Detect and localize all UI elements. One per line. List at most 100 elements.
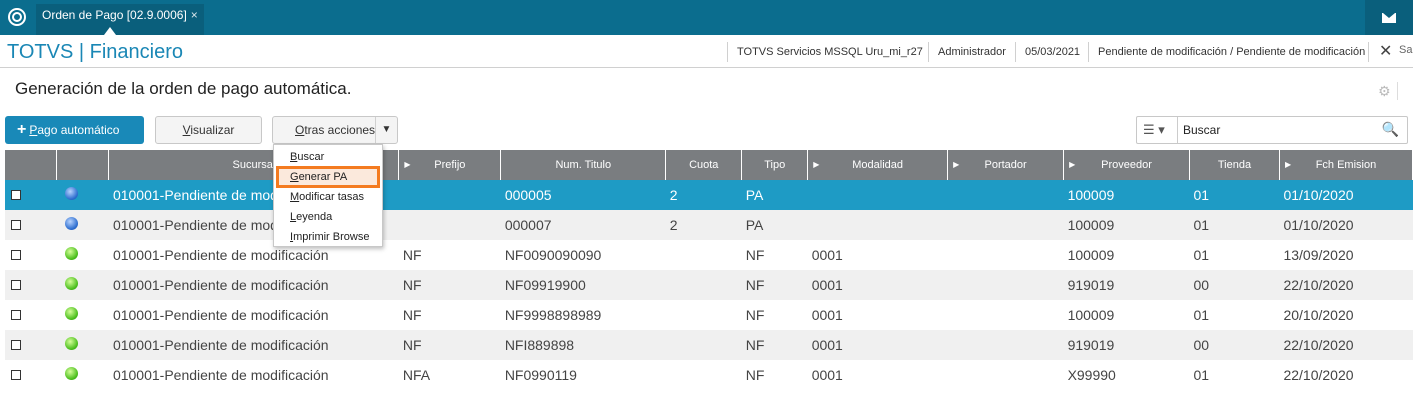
row-status-cell <box>56 180 109 210</box>
row-checkbox-cell <box>5 360 57 390</box>
cell-sucursal: 010001-Pendiente de modificación <box>112 367 329 383</box>
col-tienda[interactable]: Tienda <box>1189 150 1280 180</box>
search-icon[interactable]: 🔍 <box>1382 121 1399 138</box>
cell-cuota <box>666 240 742 270</box>
button-mnemonic: O <box>295 123 305 137</box>
search-box: ☰ ▾ Buscar 🔍 <box>1136 116 1408 144</box>
search-input[interactable]: Buscar <box>1183 123 1220 137</box>
expand-icon[interactable]: ▶ <box>953 160 959 169</box>
cell-portador <box>947 210 1064 240</box>
tab-orden-de-pago[interactable]: Orden de Pago [02.9.0006] × <box>36 4 204 35</box>
table-row[interactable]: 010001-Pendiente de modificación 000007 2 P… <box>5 210 1413 240</box>
checkbox[interactable] <box>11 340 21 350</box>
visualizar-button[interactable]: Visualizar <box>155 116 262 144</box>
cell-tipo: NF <box>745 247 765 263</box>
row-status-cell <box>57 360 109 390</box>
col-cuota[interactable]: Cuota <box>665 150 743 180</box>
cell-prefijo: NF <box>402 247 422 263</box>
cell-num-titulo: NF09919900 <box>500 270 666 300</box>
checkbox[interactable] <box>11 310 21 320</box>
status-blue-icon <box>64 187 78 200</box>
expand-icon[interactable]: ▶ <box>1069 160 1075 169</box>
col-portador[interactable]: ▶ Portador <box>947 150 1065 180</box>
table-row[interactable]: 010001-Pendiente de modificación 000005 2 P… <box>5 180 1413 210</box>
module-info: Pendiente de modificación / Pendiente de… <box>1098 46 1366 58</box>
cell-proveedor: X99990 <box>1067 367 1116 383</box>
mail-icon[interactable] <box>1365 0 1413 35</box>
tab-close-icon[interactable]: × <box>191 8 198 22</box>
chevron-down-icon[interactable]: ▼ <box>375 117 397 143</box>
app-title: TOTVS | Financiero <box>7 41 183 63</box>
menu-item-generar-pa[interactable]: Generar PA <box>290 171 347 183</box>
table-header: Sucursal ▶ Prefijo Num. Titulo Cuota Tipo… <box>5 150 1413 180</box>
row-status-cell <box>56 330 109 360</box>
col-proveedor[interactable]: ▶ Proveedor <box>1063 150 1190 180</box>
date-info: 05/03/2021 <box>1025 46 1081 58</box>
menu-mnemonic: G <box>290 171 299 183</box>
col-prefijo[interactable]: ▶ Prefijo <box>398 150 502 180</box>
divider <box>1088 42 1089 62</box>
checkbox[interactable] <box>11 250 21 260</box>
col-label: Fch Emision <box>1315 159 1377 171</box>
col-check[interactable] <box>5 150 58 180</box>
row-checkbox-cell <box>5 330 57 360</box>
table-row[interactable]: 010001-Pendiente de modificación NF NFI889… <box>5 330 1413 360</box>
expand-icon[interactable]: ▶ <box>1285 160 1291 169</box>
close-icon[interactable]: ✕ <box>1379 41 1392 61</box>
checkbox[interactable] <box>11 280 21 290</box>
col-label: Modalidad <box>852 159 904 171</box>
gear-icon[interactable]: ⚙ <box>1378 83 1391 100</box>
pago-automatico-button[interactable]: + Pago automático <box>5 116 144 144</box>
menu-item-leyenda[interactable]: Leyenda <box>290 211 332 223</box>
tab-active-caret <box>104 27 116 35</box>
row-checkbox-cell <box>5 300 57 330</box>
user-info: Administrador <box>938 46 1006 58</box>
cell-tipo: PA <box>741 180 808 210</box>
col-label: Portador <box>984 159 1027 171</box>
status-green-icon <box>64 277 78 290</box>
col-tipo[interactable]: Tipo <box>741 150 809 180</box>
close-label-truncated[interactable]: Sa <box>1399 44 1412 56</box>
menu-item-imprimir-browse[interactable]: Imprimir Browse <box>290 231 369 243</box>
cell-tienda: 01 <box>1193 307 1210 323</box>
cell-tipo: PA <box>741 210 808 240</box>
cell-prefijo <box>398 210 501 240</box>
cell-portador <box>948 360 1064 390</box>
cell-tienda: 01 <box>1189 180 1280 210</box>
column-filter-icon[interactable]: ☰ ▾ <box>1137 117 1178 143</box>
checkbox[interactable] <box>11 190 21 200</box>
menu-item-modificar-tasas[interactable]: Modificar tasas <box>290 191 364 203</box>
table-row[interactable]: 010001-Pendiente de modificación NF NF9998… <box>5 300 1413 330</box>
cell-fch-emision: 22/10/2020 <box>1283 367 1354 383</box>
cell-tienda: 01 <box>1189 210 1280 240</box>
totvs-logo-icon[interactable] <box>8 8 26 26</box>
checkbox[interactable] <box>11 220 21 230</box>
checkbox[interactable] <box>11 370 21 380</box>
cell-modalidad: 0001 <box>811 367 843 383</box>
top-bar: Orden de Pago [02.9.0006] × <box>0 0 1413 35</box>
cell-fch-emision: 20/10/2020 <box>1283 307 1354 323</box>
cell-num-titulo: NF9998898989 <box>504 307 602 323</box>
expand-icon[interactable]: ▶ <box>404 160 410 169</box>
col-status[interactable] <box>56 150 110 180</box>
cell-num-titulo: NFI889898 <box>500 330 666 360</box>
cell-tipo: NF <box>741 330 808 360</box>
button-label: tras acciones <box>304 123 376 137</box>
cell-tipo: NF <box>745 367 765 383</box>
cell-num-titulo: NF0990119 <box>504 367 577 383</box>
table-row[interactable]: 010001-Pendiente de modificación NFA NF099… <box>5 360 1413 390</box>
col-num-titulo[interactable]: Num. Titulo <box>500 150 667 180</box>
col-modalidad[interactable]: ▶ Modalidad <box>807 150 949 180</box>
otras-acciones-dropdown[interactable]: Otras acciones ▼ <box>272 116 398 144</box>
expand-icon[interactable]: ▶ <box>813 160 819 169</box>
cell-proveedor: 100009 <box>1067 247 1115 263</box>
cell-num-titulo: 000007 <box>500 210 666 240</box>
table-row[interactable]: 010001-Pendiente de modificación NF NF0090… <box>5 240 1413 270</box>
cell-proveedor: 919019 <box>1063 270 1190 300</box>
menu-item-buscar[interactable]: Buscar <box>290 151 324 163</box>
plus-icon: + <box>17 121 27 138</box>
col-label: Proveedor <box>1101 159 1152 171</box>
col-fch-emision[interactable]: ▶ Fch Emision <box>1279 150 1413 180</box>
table-row[interactable]: 010001-Pendiente de modificación NF NF0991… <box>5 270 1413 300</box>
cell-tienda: 01 <box>1193 247 1210 263</box>
